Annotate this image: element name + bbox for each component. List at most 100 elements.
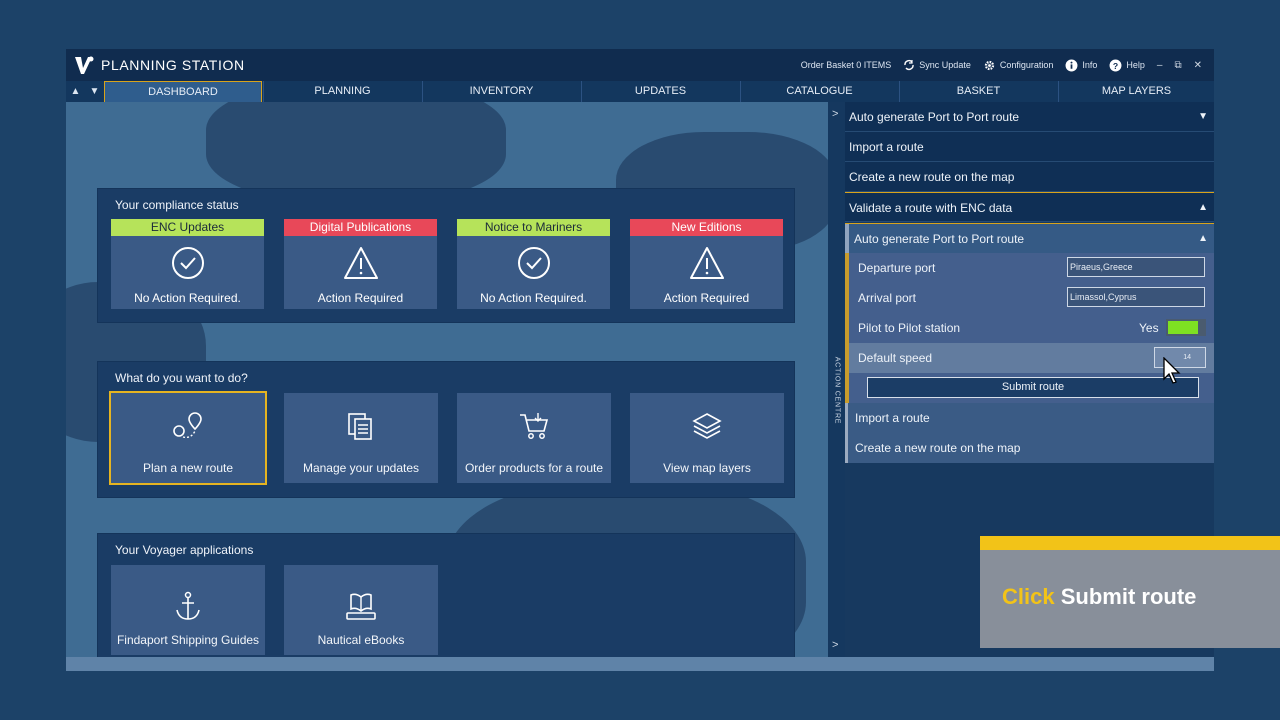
arrival-port-input[interactable]: Limassol,Cyprus <box>1067 287 1205 307</box>
default-speed-row: Default speed 14 <box>845 343 1214 373</box>
auto-generate-route-row[interactable]: Auto generate Port to Port route ▼ <box>845 102 1214 132</box>
field-label: Pilot to Pilot station <box>858 321 961 335</box>
pilot-toggle-state: Yes <box>1139 321 1159 335</box>
status-card-enc-updates[interactable]: ENC Updates No Action Required. <box>111 219 264 309</box>
voyager-logo-icon <box>75 56 94 74</box>
compliance-title: Your compliance status <box>115 198 239 212</box>
field-label: Default speed <box>858 351 933 365</box>
status-label: No Action Required. <box>134 291 241 305</box>
sync-update-button[interactable]: Sync Update <box>903 59 971 71</box>
chevron-up-icon[interactable]: ▲ <box>71 86 81 97</box>
manage-updates-card[interactable]: Manage your updates <box>284 393 438 483</box>
actions-panel: What do you want to do? Plan a new route… <box>98 362 794 497</box>
status-label: Action Required <box>317 291 404 305</box>
chevron-up-icon[interactable]: ▲ <box>1198 193 1208 223</box>
minimize-button[interactable]: – <box>1157 60 1163 71</box>
layers-icon <box>630 411 784 446</box>
applications-panel: Your Voyager applications Findaport Ship… <box>98 534 794 657</box>
departure-port-input[interactable]: Piraeus,Greece <box>1067 257 1205 277</box>
svg-text:?: ? <box>1113 60 1118 70</box>
status-label: No Action Required. <box>480 291 587 305</box>
sync-label: Sync Update <box>919 60 971 70</box>
applications-title: Your Voyager applications <box>115 543 254 557</box>
section-marker <box>845 224 849 253</box>
help-button[interactable]: ? Help <box>1109 59 1145 72</box>
route-pin-icon <box>111 411 265 446</box>
status-card-new-editions[interactable]: New Editions Action Required <box>630 219 783 309</box>
tab-basket[interactable]: BASKET <box>899 81 1057 102</box>
findaport-card[interactable]: Findaport Shipping Guides <box>111 565 265 655</box>
nautical-ebooks-card[interactable]: Nautical eBooks <box>284 565 438 655</box>
configuration-label: Configuration <box>999 60 1054 70</box>
action-centre-label: ACTION CENTRE <box>833 356 841 425</box>
expand-arrow-icon[interactable]: > <box>832 639 838 651</box>
compliance-panel: Your compliance status ENC Updates No Ac… <box>98 189 794 322</box>
chevron-up-icon[interactable]: ▲ <box>1198 224 1208 254</box>
order-basket[interactable]: Order Basket 0 ITEMS <box>801 60 892 70</box>
card-label: View map layers <box>663 461 751 475</box>
chevron-down-icon[interactable]: ▼ <box>90 86 100 97</box>
submit-route-button[interactable]: Submit route <box>867 377 1199 398</box>
pilot-station-toggle[interactable] <box>1166 319 1206 336</box>
info-label: Info <box>1082 60 1098 70</box>
sub-auto-generate-row[interactable]: Auto generate Port to Port route ▲ <box>845 223 1214 253</box>
card-label: Manage your updates <box>302 461 420 475</box>
status-header: Digital Publications <box>284 219 437 236</box>
create-route-row[interactable]: Create a new route on the map <box>845 162 1214 192</box>
status-card-digital-publications[interactable]: Digital Publications Action Required <box>284 219 437 309</box>
plan-route-card[interactable]: Plan a new route <box>111 393 265 483</box>
tab-dashboard[interactable]: DASHBOARD <box>104 81 262 102</box>
view-map-layers-card[interactable]: View map layers <box>630 393 784 483</box>
chevron-down-icon[interactable]: ▼ <box>1198 102 1208 132</box>
map-landmass <box>206 102 506 202</box>
row-label: Import a route <box>855 411 930 425</box>
row-label: Import a route <box>849 140 924 154</box>
tab-updates[interactable]: UPDATES <box>581 81 739 102</box>
field-label: Arrival port <box>858 291 917 305</box>
expand-arrow-icon[interactable]: > <box>832 108 838 120</box>
status-header: ENC Updates <box>111 219 264 236</box>
card-label: Order products for a route <box>464 461 604 475</box>
shopping-cart-icon <box>457 411 611 446</box>
import-route-row[interactable]: Import a route <box>845 132 1214 162</box>
status-card-notice-to-mariners[interactable]: Notice to Mariners No Action Required. <box>457 219 610 309</box>
caption-click-word: Click <box>1002 584 1055 609</box>
section-marker <box>845 313 849 343</box>
tab-catalogue[interactable]: CATALOGUE <box>740 81 898 102</box>
tutorial-caption: Click Submit route <box>980 536 1280 648</box>
info-icon <box>1065 59 1078 71</box>
status-header: Notice to Mariners <box>457 219 610 236</box>
tab-planning[interactable]: PLANNING <box>263 81 421 102</box>
gear-icon <box>984 60 994 70</box>
section-marker <box>845 373 849 403</box>
row-label: Validate a route with ENC data <box>849 201 1013 215</box>
warning-icon <box>630 246 783 285</box>
order-products-card[interactable]: Order products for a route <box>457 393 611 483</box>
map-background[interactable]: Your compliance status ENC Updates No Ac… <box>66 102 828 657</box>
caption-action: Submit route <box>1060 584 1197 609</box>
configuration-button[interactable]: Configuration <box>983 59 1054 72</box>
mouse-cursor-icon <box>1163 357 1181 384</box>
help-icon: ? <box>1109 59 1122 71</box>
card-label: Plan a new route <box>142 461 234 475</box>
tab-inventory[interactable]: INVENTORY <box>422 81 580 102</box>
caption-text: Click Submit route <box>1002 584 1196 610</box>
tab-map-layers[interactable]: MAP LAYERS <box>1058 81 1214 102</box>
section-marker <box>845 253 849 283</box>
anchor-icon <box>111 591 265 628</box>
status-label: Action Required <box>663 291 750 305</box>
actions-title: What do you want to do? <box>115 371 248 385</box>
order-basket-label: Order Basket 0 ITEMS <box>800 60 892 70</box>
caption-accent-bar <box>980 536 1280 550</box>
validate-route-row[interactable]: Validate a route with ENC data ▲ <box>845 192 1214 222</box>
main-tab-bar: ▲ ▼ DASHBOARD PLANNING INVENTORY UPDATES… <box>66 81 1214 102</box>
sub-import-route-row[interactable]: Import a route <box>845 403 1214 433</box>
check-circle-icon <box>111 246 264 285</box>
info-button[interactable]: Info <box>1065 59 1097 72</box>
title-bar: PLANNING STATION Order Basket 0 ITEMS Sy… <box>66 49 1214 81</box>
close-button[interactable]: ✕ <box>1194 60 1202 71</box>
sub-create-route-row[interactable]: Create a new route on the map <box>845 433 1214 463</box>
arrival-port-row: Arrival port Limassol,Cyprus <box>845 283 1214 313</box>
restore-button[interactable]: ⧉ <box>1174 60 1181 71</box>
action-centre-strip[interactable]: > ACTION CENTRE > <box>828 102 845 657</box>
